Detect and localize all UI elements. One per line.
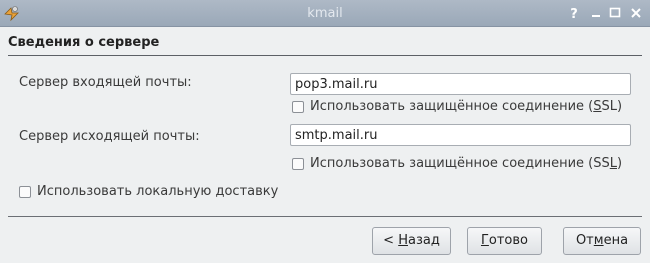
incoming-ssl-label-post: SL) xyxy=(601,99,623,114)
wizard-window: kmail ? Сведения о сервере Сервер входящ… xyxy=(0,0,650,263)
local-delivery-label: Использовать локальную доставку xyxy=(37,184,279,199)
cancel-button-accel: м xyxy=(593,233,604,248)
window-title: kmail xyxy=(307,6,343,21)
finish-button[interactable]: Готово xyxy=(467,227,542,255)
finish-button-accel: Г xyxy=(480,233,489,248)
cancel-button-post: ена xyxy=(603,233,629,248)
incoming-server-input[interactable]: pop3.mail.ru xyxy=(290,73,631,95)
outgoing-ssl-label: Использовать защищённое соединение (SSL) xyxy=(310,156,622,171)
outgoing-ssl-label-post: ) xyxy=(617,156,623,171)
back-button-accel: Н xyxy=(398,233,408,248)
back-button-pre: < xyxy=(383,233,399,248)
incoming-ssl-label: Использовать защищённое соединение (SSL) xyxy=(310,99,622,114)
incoming-ssl-checkbox[interactable]: Использовать защищённое соединение (SSL) xyxy=(292,99,622,114)
outgoing-ssl-checkbox-box[interactable] xyxy=(292,157,304,170)
maximize-icon[interactable] xyxy=(607,5,623,21)
finish-button-post: отово xyxy=(488,233,529,248)
close-icon[interactable] xyxy=(628,5,644,21)
back-button[interactable]: < Назад xyxy=(372,227,451,255)
help-icon[interactable]: ? xyxy=(566,5,582,21)
page-title: Сведения о сервере xyxy=(8,35,160,50)
incoming-ssl-checkbox-box[interactable] xyxy=(292,100,304,113)
outgoing-ssl-label-accel: L xyxy=(609,156,617,171)
svg-text:?: ? xyxy=(570,7,578,21)
footer-divider xyxy=(8,216,642,217)
incoming-ssl-label-pre: Использовать защищённое соединение ( xyxy=(310,99,594,114)
incoming-ssl-label-accel: S xyxy=(593,99,602,114)
local-delivery-checkbox[interactable]: Использовать локальную доставку xyxy=(19,184,278,199)
local-delivery-checkbox-box[interactable] xyxy=(19,185,31,198)
cancel-button[interactable]: Отмена xyxy=(563,227,641,255)
outgoing-server-label: Сервер исходящей почты: xyxy=(19,129,200,144)
back-button-post: азад xyxy=(407,233,440,248)
outgoing-server-input[interactable]: smtp.mail.ru xyxy=(290,124,631,146)
outgoing-ssl-checkbox[interactable]: Использовать защищённое соединение (SSL) xyxy=(292,156,622,171)
title-bar[interactable]: kmail ? xyxy=(0,0,650,27)
outgoing-ssl-label-pre: Использовать защищённое соединение (SS xyxy=(310,156,610,171)
minimize-icon[interactable] xyxy=(588,5,604,21)
incoming-server-label: Сервер входящей почты: xyxy=(19,75,192,90)
header-divider xyxy=(8,55,642,56)
cancel-button-pre: От xyxy=(575,233,594,248)
